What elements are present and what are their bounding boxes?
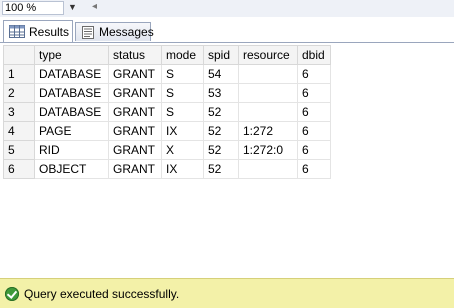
table-row: 6 OBJECT GRANT IX 52 6 [3, 159, 331, 179]
table-cell[interactable]: GRANT [108, 159, 162, 179]
table-cell[interactable]: 6 [297, 83, 331, 103]
table-cell[interactable] [238, 102, 298, 122]
status-message: Query executed successfully. [24, 286, 180, 301]
table-cell[interactable]: 52 [203, 159, 239, 179]
grid-icon [9, 25, 25, 38]
table-cell[interactable] [238, 64, 298, 84]
table-cell[interactable]: PAGE [34, 121, 109, 141]
success-check-icon [5, 286, 19, 301]
zoom-toolbar: 100 % ▼ ◂ [0, 0, 454, 18]
header-row: type status mode spid resource dbid [3, 45, 331, 65]
row-number[interactable]: 4 [3, 121, 35, 141]
tab-messages[interactable]: Messages [75, 22, 154, 41]
table-row: 4 PAGE GRANT IX 52 1:272 6 [3, 121, 331, 141]
column-header-dbid[interactable]: dbid [297, 45, 331, 65]
table-cell[interactable]: X [161, 140, 204, 160]
results-table: type status mode spid resource dbid 1 DA… [3, 45, 331, 179]
result-tabs: Results Messages [0, 17, 454, 42]
column-header-spid[interactable]: spid [203, 45, 239, 65]
column-header-type[interactable]: type [34, 45, 109, 65]
zoom-select[interactable]: 100 % [2, 1, 64, 15]
table-cell[interactable]: GRANT [108, 102, 162, 122]
table-cell[interactable]: S [161, 64, 204, 84]
table-row: 3 DATABASE GRANT S 52 6 [3, 102, 331, 122]
table-row: 2 DATABASE GRANT S 53 6 [3, 83, 331, 103]
messages-icon [81, 25, 95, 39]
row-number-header[interactable] [3, 45, 35, 65]
tab-results[interactable]: Results [3, 20, 73, 42]
table-cell[interactable]: 52 [203, 140, 239, 160]
table-cell[interactable]: 52 [203, 121, 239, 141]
table-cell[interactable]: 6 [297, 121, 331, 141]
table-cell[interactable] [238, 83, 298, 103]
table-cell[interactable]: GRANT [108, 140, 162, 160]
results-grid[interactable]: type status mode spid resource dbid 1 DA… [0, 42, 454, 277]
scroll-left-icon[interactable]: ◂ [92, 1, 97, 12]
zoom-dropdown-icon[interactable]: ▼ [68, 2, 77, 12]
row-number[interactable]: 1 [3, 64, 35, 84]
zoom-value: 100 % [5, 2, 37, 14]
table-cell[interactable]: GRANT [108, 121, 162, 141]
table-cell[interactable] [238, 159, 298, 179]
table-cell[interactable]: 6 [297, 159, 331, 179]
table-cell[interactable]: 1:272 [238, 121, 298, 141]
column-header-mode[interactable]: mode [161, 45, 204, 65]
table-cell[interactable]: 6 [297, 140, 331, 160]
table-cell[interactable]: RID [34, 140, 109, 160]
row-number[interactable]: 3 [3, 102, 35, 122]
row-number[interactable]: 5 [3, 140, 35, 160]
table-cell[interactable]: S [161, 102, 204, 122]
tab-messages-label: Messages [99, 25, 154, 39]
column-header-status[interactable]: status [108, 45, 162, 65]
table-cell[interactable]: GRANT [108, 83, 162, 103]
row-number[interactable]: 6 [3, 159, 35, 179]
table-cell[interactable]: OBJECT [34, 159, 109, 179]
table-cell[interactable]: 53 [203, 83, 239, 103]
table-cell[interactable]: 6 [297, 64, 331, 84]
table-row: 1 DATABASE GRANT S 54 6 [3, 64, 331, 84]
table-cell[interactable]: S [161, 83, 204, 103]
table-cell[interactable]: DATABASE [34, 83, 109, 103]
table-row: 5 RID GRANT X 52 1:272:0 6 [3, 140, 331, 160]
table-cell[interactable]: GRANT [108, 64, 162, 84]
table-cell[interactable]: IX [161, 159, 204, 179]
tab-results-label: Results [29, 24, 70, 39]
row-number[interactable]: 2 [3, 83, 35, 103]
table-cell[interactable]: IX [161, 121, 204, 141]
table-cell[interactable]: 1:272:0 [238, 140, 298, 160]
table-cell[interactable]: 52 [203, 102, 239, 122]
table-cell[interactable]: 6 [297, 102, 331, 122]
table-cell[interactable]: 54 [203, 64, 239, 84]
table-cell[interactable]: DATABASE [34, 64, 109, 84]
table-cell[interactable]: DATABASE [34, 102, 109, 122]
status-bar: Query executed successfully. [0, 278, 454, 308]
column-header-resource[interactable]: resource [238, 45, 298, 65]
